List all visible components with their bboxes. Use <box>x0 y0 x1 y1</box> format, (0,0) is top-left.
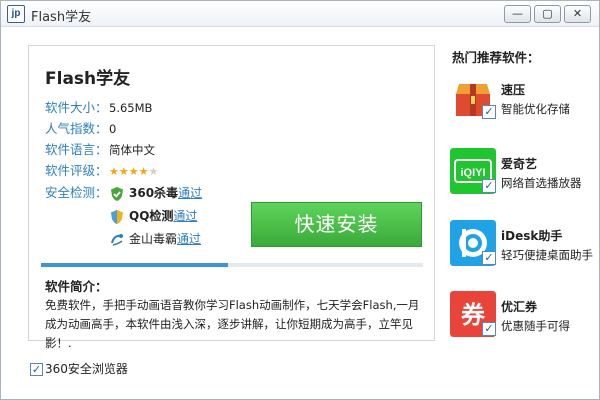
recommendation-item-suya[interactable]: ✓ 速压 智能优化存储 <box>450 71 595 126</box>
size-row: 软件大小：5.65MB <box>45 98 152 118</box>
maximize-button[interactable]: ▢ <box>534 5 561 23</box>
security-check-360: 360杀毒通过 <box>109 183 202 203</box>
language-label: 软件语言： <box>45 142 108 157</box>
install-progress-bar <box>41 263 423 267</box>
rating-stars-empty: ★ <box>148 165 159 178</box>
recommendation-checkbox-suya[interactable]: ✓ <box>482 105 496 119</box>
popularity-label: 人气指数： <box>45 121 108 136</box>
recommendation-checkbox-idesk[interactable]: ✓ <box>482 251 496 265</box>
rating-row: 软件评级：★★★★★ <box>45 161 158 181</box>
security-check-qq: QQ检测通过 <box>109 206 197 226</box>
recommendation-desc-idesk: 轻巧便捷桌面助手 <box>501 248 593 262</box>
security-check-360-status[interactable]: 通过 <box>178 186 202 200</box>
recommendation-name-youhuiquan: 优汇券 <box>501 300 538 314</box>
recommendation-checkbox-iqiyi[interactable]: ✓ <box>482 179 496 193</box>
installer-window: jp Flash学友 — ▢ ✕ Flash学友 软件大小：5.65MB 人气指… <box>0 0 600 400</box>
security-check-kingsoft-status[interactable]: 通过 <box>177 232 201 246</box>
popularity-value: 0 <box>109 122 117 136</box>
qq-shield-icon <box>111 209 123 224</box>
recommendation-name-iqiyi: 爱奇艺 <box>501 157 538 171</box>
language-row: 软件语言：简体中文 <box>45 140 155 160</box>
close-button[interactable]: ✕ <box>564 5 591 23</box>
intro-text: 免费软件，手把手动画语音教你学习Flash动画制作，七天学会Flash,一月成为… <box>45 298 420 350</box>
security-row: 安全检测： <box>45 183 109 203</box>
browser-option-label: 360安全浏览器 <box>45 362 128 376</box>
recommendation-name-suya: 速压 <box>501 83 526 97</box>
security-check-qq-name: QQ检测 <box>129 209 174 223</box>
intro-title: 软件简介： <box>45 279 108 294</box>
rating-stars: ★★★★★ <box>109 165 158 178</box>
recommendation-desc-suya: 智能优化存储 <box>501 102 570 116</box>
recommendation-desc-iqiyi: 网络首选播放器 <box>501 176 582 190</box>
app-logo-icon: jp <box>7 5 25 23</box>
iqiyi-logo-text: iQIYI <box>460 167 485 179</box>
install-progress-fill <box>41 263 229 267</box>
kingsoft-icon <box>111 233 123 246</box>
rating-label: 软件评级： <box>45 163 108 178</box>
recommendation-item-iqiyi[interactable]: iQIYI ✓ 爱奇艺 网络首选播放器 <box>450 145 595 200</box>
browser-option[interactable]: ✓ 360安全浏览器 <box>30 361 128 377</box>
security-check-360-name: 360杀毒 <box>129 186 179 200</box>
language-value: 简体中文 <box>109 143 155 157</box>
recommendation-desc-youhuiquan: 优惠随手可得 <box>501 319 570 333</box>
security-check-kingsoft: 金山毒霸通过 <box>109 229 201 249</box>
security-label: 安全检测： <box>45 185 108 200</box>
size-label: 软件大小： <box>45 100 108 115</box>
browser-option-checkbox[interactable]: ✓ <box>30 363 43 376</box>
security-check-kingsoft-name: 金山毒霸 <box>129 232 178 246</box>
quick-install-button[interactable]: 快速安装 <box>251 202 422 247</box>
recommendation-checkbox-youhuiquan[interactable]: ✓ <box>482 322 496 336</box>
window-title: Flash学友 <box>31 10 92 25</box>
rating-stars-filled: ★★★★ <box>109 165 149 178</box>
title-bar[interactable]: jp Flash学友 — ▢ ✕ <box>1 1 599 27</box>
software-info-panel: Flash学友 软件大小：5.65MB 人气指数：0 软件语言：简体中文 软件评… <box>28 45 435 350</box>
security-check-qq-status[interactable]: 通过 <box>173 209 197 223</box>
size-value: 5.65MB <box>109 101 153 115</box>
shield-360-icon <box>111 186 123 201</box>
software-name: Flash学友 <box>45 69 131 89</box>
minimize-button[interactable]: — <box>504 5 531 23</box>
recommendation-item-youhuiquan[interactable]: 券 ✓ 优汇券 优惠随手可得 <box>450 288 595 343</box>
recommendation-name-idesk: iDesk助手 <box>501 229 563 243</box>
recommendations-title: 热门推荐软件： <box>452 50 540 65</box>
popularity-row: 人气指数：0 <box>45 119 116 139</box>
recommendation-item-idesk[interactable]: ✓ iDesk助手 轻巧便捷桌面助手 <box>450 217 595 272</box>
